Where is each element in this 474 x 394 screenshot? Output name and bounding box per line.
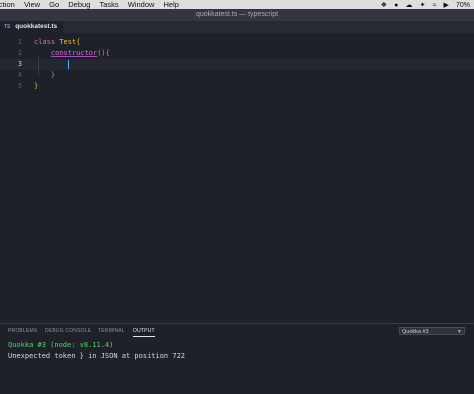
volume-icon[interactable]: ▶ — [444, 1, 449, 9]
tab-problems[interactable]: PROBLEMS — [8, 324, 37, 338]
text-cursor — [68, 60, 69, 69]
status-tray: ❖ ● ☁ ✦ ≈ ▶ 70% — [376, 0, 470, 9]
cloud-icon[interactable]: ☁ — [406, 1, 413, 9]
line-number: 1 — [17, 38, 22, 46]
line-number: 5 — [17, 82, 22, 90]
output-line-version: Quokka #3 (node: v8.11.4) — [8, 341, 114, 349]
code-line[interactable]: 5} — [0, 81, 474, 92]
line-number: 2 — [17, 49, 22, 57]
code-line[interactable]: 2 constructor(){ — [0, 48, 474, 59]
line-number: 4 — [17, 71, 22, 79]
bottom-panel: PROBLEMS DEBUG CONSOLE TERMINAL OUTPUT Q… — [0, 323, 474, 394]
indent-guide — [38, 55, 39, 75]
code-line[interactable]: 4 } — [0, 70, 474, 81]
window-title: quokkatest.ts — typescript — [195, 11, 279, 18]
tab-quokkatest[interactable]: TS quokkatest.ts — [0, 21, 64, 33]
tools-icon[interactable]: ✦ — [420, 1, 426, 9]
code-text: class Test{ — [34, 37, 80, 48]
code-line[interactable]: 3 — [0, 59, 474, 70]
code-editor[interactable]: 1 class Test{2 constructor(){3 4 } 5} — [0, 33, 474, 323]
system-menubar: ction View Go Debug Tasks Window Help ❖ … — [0, 0, 474, 9]
output-channel-value: Quokka #3 — [402, 329, 429, 335]
tab-terminal[interactable]: TERMINAL — [98, 324, 125, 338]
line-number: 3 — [17, 60, 22, 68]
battery-percent[interactable]: 70% — [456, 1, 470, 9]
code-token: } — [34, 82, 39, 90]
output-channel-select[interactable]: Quokka #3 ▼ — [399, 327, 465, 335]
code-token: { — [76, 38, 81, 46]
code-text: constructor(){ — [34, 48, 110, 59]
code-token: constructor — [50, 49, 98, 57]
dropbox-icon[interactable]: ❖ — [381, 1, 387, 9]
tab-label: quokkatest.ts — [15, 23, 58, 30]
editor-tabbar: TS quokkatest.ts — [0, 21, 474, 33]
menu-help[interactable]: Help — [164, 0, 179, 9]
menu-window[interactable]: Window — [128, 0, 155, 9]
menu-tasks[interactable]: Tasks — [99, 0, 118, 9]
output-line-error: Unexpected token } in JSON at position 7… — [8, 352, 186, 360]
code-line[interactable]: 1 class Test{ — [0, 37, 474, 48]
menu-debug[interactable]: Debug — [68, 0, 90, 9]
typescript-icon: TS — [4, 24, 11, 30]
code-text: } — [34, 81, 38, 92]
app-menus: ction View Go Debug Tasks Window Help — [0, 0, 186, 9]
tab-output[interactable]: OUTPUT — [133, 324, 155, 337]
tab-debug-console[interactable]: DEBUG CONSOLE — [45, 324, 91, 338]
code-token: class — [34, 38, 56, 46]
menu-selection[interactable]: ction — [0, 0, 15, 9]
code-token: (){ — [97, 49, 110, 57]
app-icon[interactable]: ● — [394, 1, 398, 9]
menu-go[interactable]: Go — [49, 0, 59, 9]
menu-view[interactable]: View — [24, 0, 40, 9]
chevron-down-icon: ▼ — [457, 329, 462, 335]
code-token: } — [50, 71, 56, 79]
code-token: Test — [59, 38, 77, 46]
wifi-icon[interactable]: ≈ — [433, 1, 437, 9]
